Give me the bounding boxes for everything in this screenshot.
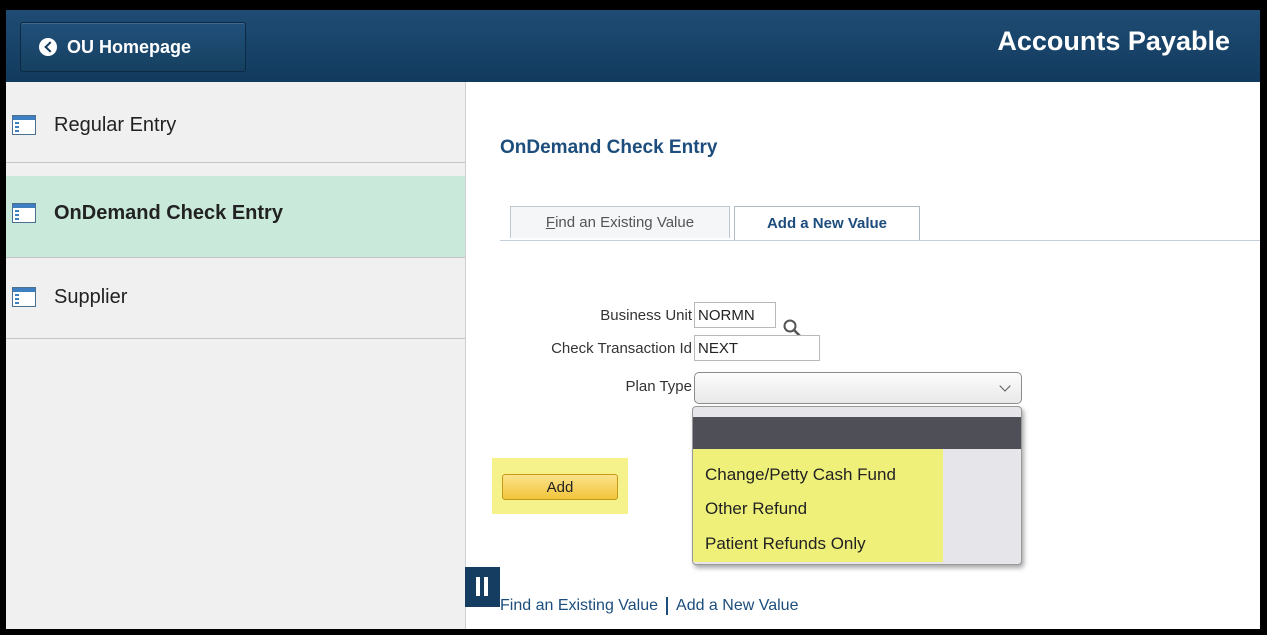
chevron-left-icon [39, 38, 57, 56]
tab-add-new-value[interactable]: Add a New Value [734, 206, 920, 240]
dropdown-option-blank[interactable] [693, 417, 1021, 449]
bottom-links: Find an Existing Value Add a New Value [500, 597, 798, 615]
page-title: OnDemand Check Entry [500, 137, 718, 158]
header-bar: OU Homepage Accounts Payable [6, 10, 1260, 82]
sidebar-item-label: Regular Entry [54, 114, 177, 136]
add-button[interactable]: Add [502, 474, 618, 500]
sidebar-item-label: Supplier [54, 286, 128, 308]
pause-icon [484, 577, 488, 596]
plan-type-label: Plan Type [625, 378, 692, 395]
business-unit-label: Business Unit [600, 307, 692, 324]
dropdown-option[interactable]: Change/Petty Cash Fund [705, 465, 896, 485]
list-page-icon [12, 203, 36, 223]
back-button-label: OU Homepage [67, 36, 192, 57]
list-page-icon [12, 115, 36, 135]
app-window: OU Homepage Accounts Payable Regular Ent… [6, 10, 1260, 629]
list-page-icon [12, 287, 36, 307]
ou-homepage-back-button[interactable]: OU Homepage [20, 22, 246, 72]
tab-label: Add a New Value [766, 215, 888, 232]
sidebar-item-supplier[interactable]: Supplier [6, 258, 465, 339]
find-existing-value-link[interactable]: Find an Existing Value [500, 597, 658, 615]
tab-label: ind an Existing Value [555, 214, 695, 231]
business-unit-input[interactable] [694, 302, 776, 328]
add-new-value-link[interactable]: Add a New Value [676, 597, 798, 615]
link-separator [666, 597, 669, 615]
pause-panel-toggle[interactable] [465, 567, 500, 607]
plan-type-select[interactable] [694, 372, 1022, 404]
dropdown-option[interactable]: Patient Refunds Only [705, 534, 866, 554]
chevron-down-icon [999, 380, 1011, 392]
sidebar: Regular Entry OnDemand Check Entry Suppl… [6, 82, 466, 629]
sidebar-item-label: OnDemand Check Entry [54, 202, 283, 224]
check-transaction-id-label: Check Transaction Id [551, 340, 692, 357]
pause-icon [476, 577, 480, 596]
app-title: Accounts Payable [997, 26, 1230, 56]
sidebar-item-regular-entry[interactable]: Regular Entry [6, 82, 465, 163]
tab-find-existing-value[interactable]: Find an Existing Value [510, 206, 730, 238]
dropdown-option[interactable]: Other Refund [705, 499, 807, 519]
plan-type-dropdown-list: Change/Petty Cash Fund Other Refund Pati… [692, 406, 1022, 565]
tab-access-key: F [545, 214, 556, 231]
sidebar-item-ondemand-check-entry[interactable]: OnDemand Check Entry [6, 176, 465, 258]
tab-bar: Find an Existing Value Add a New Value [500, 206, 1260, 241]
check-transaction-id-input[interactable] [694, 335, 820, 361]
